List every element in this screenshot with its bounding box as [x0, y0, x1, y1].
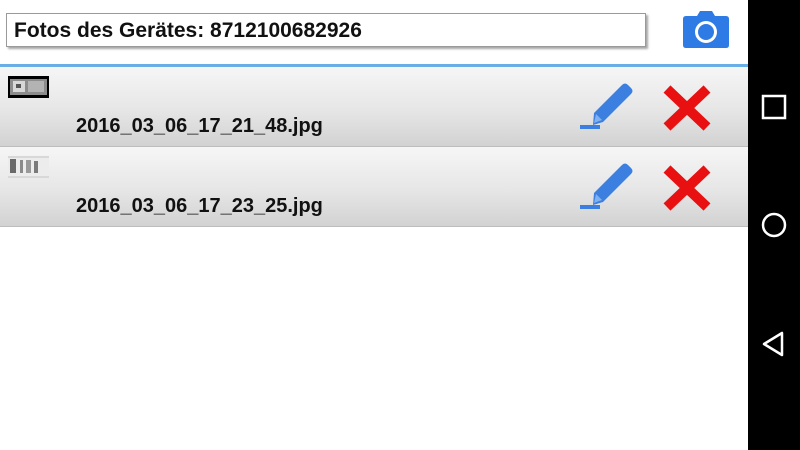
- photo-filename: 2016_03_06_17_21_48.jpg: [76, 115, 323, 137]
- pencil-icon: [580, 83, 633, 129]
- back-icon: [762, 331, 784, 357]
- pencil-icon: [580, 163, 633, 209]
- photo-thumbnail: [8, 156, 49, 178]
- back-button[interactable]: [758, 328, 790, 360]
- photo-filename: 2016_03_06_17_23_25.jpg: [76, 195, 323, 217]
- red-x-icon: [663, 85, 711, 131]
- title-field: Fotos des Gerätes: 8712100682926: [6, 13, 646, 47]
- camera-icon: [683, 11, 729, 48]
- edit-button[interactable]: [578, 81, 634, 131]
- photo-app: Fotos des Gerätes: 8712100682926 2016_03…: [0, 0, 748, 450]
- red-x-icon: [663, 165, 711, 211]
- photo-thumbnail: [8, 76, 49, 98]
- device-screen: Fotos des Gerätes: 8712100682926 2016_03…: [0, 0, 800, 450]
- camera-button[interactable]: [682, 8, 730, 49]
- edit-button[interactable]: [578, 161, 634, 211]
- home-button[interactable]: [758, 209, 790, 241]
- photo-list: 2016_03_06_17_21_48.jpg 2016_03_06_17_23…: [0, 67, 748, 227]
- delete-button[interactable]: [661, 83, 713, 133]
- home-icon: [761, 212, 787, 238]
- photo-row-1[interactable]: 2016_03_06_17_21_48.jpg: [0, 67, 748, 147]
- header: Fotos des Gerätes: 8712100682926: [0, 0, 748, 64]
- android-navigation-bar: [748, 0, 800, 450]
- photo-row-2[interactable]: 2016_03_06_17_23_25.jpg: [0, 147, 748, 227]
- recents-button[interactable]: [758, 91, 790, 123]
- delete-button[interactable]: [661, 163, 713, 213]
- page-title: Fotos des Gerätes: 8712100682926: [14, 19, 362, 42]
- recents-icon: [761, 94, 787, 120]
